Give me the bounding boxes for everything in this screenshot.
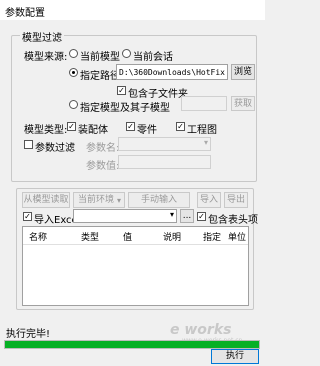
- param-filter-checkbox[interactable]: [24, 140, 33, 149]
- model-type-label: 模型类型:: [24, 125, 68, 136]
- table-header: 名称 类型 值 说明 指定 单位: [23, 227, 248, 245]
- excel-path-select[interactable]: ▾: [73, 209, 177, 223]
- column-header-description[interactable]: 说明: [163, 230, 181, 243]
- specified-path-radio[interactable]: [69, 68, 78, 77]
- current-session-radio[interactable]: [122, 49, 131, 58]
- eworks-watermark: e works: [170, 322, 231, 338]
- part-label[interactable]: 零件: [137, 121, 157, 136]
- assembly-checkbox[interactable]: ✓: [67, 122, 76, 131]
- current-env-dropdown-icon: ▾: [116, 196, 121, 205]
- excel-dropdown-icon: ▾: [169, 210, 174, 219]
- import-button[interactable]: 导入: [197, 192, 221, 208]
- current-session-label[interactable]: 当前会话: [133, 48, 173, 63]
- include-header-checkbox[interactable]: ✓: [197, 212, 206, 221]
- specified-path-label[interactable]: 指定路径: [80, 67, 120, 82]
- path-value: D:\360Downloads\HotFix: [119, 68, 225, 77]
- specified-model-radio[interactable]: [69, 100, 78, 109]
- manual-input-button[interactable]: 手动输入: [128, 192, 190, 208]
- part-checkbox[interactable]: ✓: [126, 122, 135, 131]
- param-name-select[interactable]: ▾: [118, 137, 211, 151]
- column-header-type[interactable]: 类型: [81, 230, 99, 243]
- current-model-radio[interactable]: [69, 49, 78, 58]
- import-excel-checkbox[interactable]: ✓: [23, 212, 32, 221]
- progress-bar: [4, 340, 260, 349]
- window-title: 参数配置: [5, 8, 45, 19]
- include-subfolders-checkbox[interactable]: ✓: [117, 86, 126, 95]
- export-button[interactable]: 导出: [224, 192, 248, 208]
- get-button[interactable]: 获取: [231, 96, 255, 111]
- assembly-label[interactable]: 装配体: [78, 121, 108, 136]
- param-name-label: 参数名:: [86, 143, 120, 154]
- path-input[interactable]: D:\360Downloads\HotFix: [116, 64, 228, 80]
- model-filter-legend: 模型过滤: [20, 29, 64, 44]
- column-header-name[interactable]: 名称: [29, 230, 47, 243]
- current-model-label[interactable]: 当前模型: [80, 48, 120, 63]
- specified-model-label[interactable]: 指定模型及其子模型: [80, 99, 170, 114]
- read-from-model-button[interactable]: 从模型读取: [22, 192, 70, 208]
- column-header-assign[interactable]: 指定: [203, 230, 221, 243]
- execute-button[interactable]: 执行: [211, 349, 259, 364]
- param-value-input[interactable]: [118, 155, 211, 169]
- browse-button[interactable]: 浏览: [231, 64, 255, 80]
- param-value-label: 参数值:: [86, 161, 120, 172]
- include-subfolders-label[interactable]: 包含子文件夹: [128, 85, 188, 100]
- param-filter-label[interactable]: 参数过滤: [35, 139, 75, 154]
- drawing-checkbox[interactable]: ✓: [176, 122, 185, 131]
- progress-fill: [5, 341, 259, 348]
- model-source-label: 模型来源:: [24, 52, 68, 63]
- current-env-label: 当前环境: [78, 195, 115, 205]
- drawing-label[interactable]: 工程图: [187, 121, 217, 136]
- status-message: 执行完毕!: [6, 329, 51, 340]
- current-env-button[interactable]: 当前环境 ▾: [73, 192, 125, 208]
- column-header-unit[interactable]: 单位: [228, 230, 246, 243]
- specified-model-input[interactable]: [181, 96, 227, 111]
- watermark-text: e works: [170, 322, 232, 338]
- excel-browse-button[interactable]: ...: [180, 209, 194, 223]
- column-header-value[interactable]: 值: [123, 230, 132, 243]
- param-table[interactable]: 名称 类型 值 说明 指定 单位: [22, 226, 249, 306]
- param-name-dropdown-icon: ▾: [203, 138, 208, 147]
- include-header-label[interactable]: 包含表头项: [208, 211, 258, 226]
